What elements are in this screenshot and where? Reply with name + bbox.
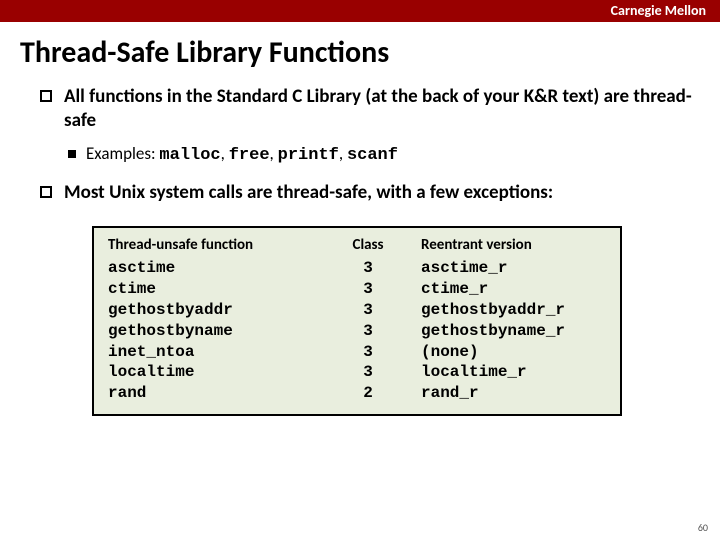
code-free: free bbox=[229, 146, 270, 165]
table-row: rand2rand_r bbox=[108, 383, 606, 404]
bullet-1-text: All functions in the Standard C Library … bbox=[64, 85, 692, 133]
cell-reent: gethostbyname_r bbox=[403, 321, 606, 342]
bullet-1: All functions in the Standard C Library … bbox=[40, 85, 692, 133]
table-header-row: Thread-unsafe function Class Reentrant v… bbox=[108, 236, 606, 254]
thread-unsafe-table: Thread-unsafe function Class Reentrant v… bbox=[92, 226, 622, 416]
cell-class: 3 bbox=[333, 300, 403, 321]
table-row: asctime3asctime_r bbox=[108, 258, 606, 279]
code-malloc: malloc bbox=[159, 146, 220, 165]
cell-class: 3 bbox=[333, 258, 403, 279]
cell-func: asctime bbox=[108, 258, 333, 279]
sub-bullet-1-text: Examples: malloc, free, printf, scanf bbox=[86, 143, 398, 167]
slide-title: Thread-Safe Library Functions bbox=[0, 22, 720, 85]
cell-func: gethostbyaddr bbox=[108, 300, 333, 321]
examples-label: Examples: bbox=[86, 143, 159, 164]
cell-class: 3 bbox=[333, 342, 403, 363]
cell-class: 3 bbox=[333, 321, 403, 342]
cell-func: inet_ntoa bbox=[108, 342, 333, 363]
cell-func: localtime bbox=[108, 362, 333, 383]
header-class: Class bbox=[333, 236, 403, 254]
table-body: asctime3asctime_rctime3ctime_rgethostbya… bbox=[108, 258, 606, 404]
filled-square-icon bbox=[68, 150, 76, 158]
cell-class: 3 bbox=[333, 279, 403, 300]
table-row: ctime3ctime_r bbox=[108, 279, 606, 300]
header-func: Thread-unsafe function bbox=[108, 236, 333, 254]
cell-reent: gethostbyaddr_r bbox=[403, 300, 606, 321]
table-row: localtime3localtime_r bbox=[108, 362, 606, 383]
cell-func: ctime bbox=[108, 279, 333, 300]
bullet-2: Most Unix system calls are thread-safe, … bbox=[40, 181, 692, 205]
header-bar: Carnegie Mellon bbox=[0, 0, 720, 22]
table-row: gethostbyname3gethostbyname_r bbox=[108, 321, 606, 342]
cell-reent: (none) bbox=[403, 342, 606, 363]
cell-reent: localtime_r bbox=[403, 362, 606, 383]
cell-reent: asctime_r bbox=[403, 258, 606, 279]
code-printf: printf bbox=[278, 146, 339, 165]
cell-class: 2 bbox=[333, 383, 403, 404]
bullet-2-text: Most Unix system calls are thread-safe, … bbox=[64, 181, 553, 205]
content-area: All functions in the Standard C Library … bbox=[0, 85, 720, 416]
table-row: inet_ntoa3(none) bbox=[108, 342, 606, 363]
cell-class: 3 bbox=[333, 362, 403, 383]
hollow-square-icon bbox=[40, 90, 52, 102]
header-reent: Reentrant version bbox=[403, 236, 606, 254]
institution-label: Carnegie Mellon bbox=[611, 2, 706, 19]
table-row: gethostbyaddr3gethostbyaddr_r bbox=[108, 300, 606, 321]
code-scanf: scanf bbox=[347, 146, 398, 165]
hollow-square-icon bbox=[40, 186, 52, 198]
cell-func: gethostbyname bbox=[108, 321, 333, 342]
cell-reent: ctime_r bbox=[403, 279, 606, 300]
page-number: 60 bbox=[698, 521, 708, 534]
cell-reent: rand_r bbox=[403, 383, 606, 404]
cell-func: rand bbox=[108, 383, 333, 404]
sub-bullet-1: Examples: malloc, free, printf, scanf bbox=[68, 143, 692, 167]
